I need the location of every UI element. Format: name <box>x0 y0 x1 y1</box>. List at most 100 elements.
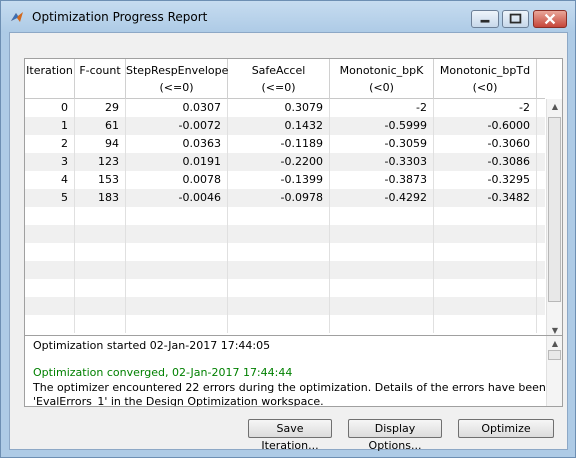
table-header: Iteration F-count StepRespEnvelope (<=0)… <box>25 59 545 99</box>
table-cell: -0.0046 <box>126 189 228 207</box>
table-cell <box>228 315 330 333</box>
table-cell <box>126 315 228 333</box>
table-cell <box>25 261 75 279</box>
column-label: StepRespEnvelope <box>126 64 229 77</box>
table-row[interactable]: 1 61 -0.0072 0.1432 -0.5999 -0.6000 <box>25 117 545 135</box>
table-cell: 0.3079 <box>228 99 330 117</box>
table-cell: 3 <box>25 153 75 171</box>
empty-table-row[interactable] <box>25 225 545 243</box>
column-label: Iteration <box>26 64 73 77</box>
log-panel[interactable]: Optimization started 02-Jan-2017 17:44:0… <box>24 335 563 407</box>
save-iteration-button[interactable]: Save Iteration... <box>248 419 332 452</box>
table-cell <box>330 297 434 315</box>
table-cell: 29 <box>75 99 126 117</box>
table-cell: -0.3059 <box>330 135 434 153</box>
table-cell: -2 <box>330 99 434 117</box>
table-cell <box>330 315 434 333</box>
table-row[interactable]: 3 123 0.0191 -0.2200 -0.3303 -0.3086 <box>25 153 545 171</box>
table-row[interactable]: 0 29 0.0307 0.3079 -2 -2 <box>25 99 545 117</box>
table-cell <box>75 243 126 261</box>
client-area: Iteration F-count StepRespEnvelope (<=0)… <box>9 32 568 452</box>
table-cell: 0.1432 <box>228 117 330 135</box>
log-line-started: Optimization started 02-Jan-2017 17:44:0… <box>33 339 271 352</box>
empty-table-row[interactable] <box>25 261 545 279</box>
table-cell <box>434 225 537 243</box>
table-cell: -0.3060 <box>434 135 537 153</box>
title-bar[interactable]: Optimization Progress Report <box>1 1 575 32</box>
table-cell <box>228 297 330 315</box>
log-line-workspace: 'EvalErrors_1' in the Design Optimizatio… <box>33 395 324 407</box>
scroll-thumb[interactable] <box>548 350 561 360</box>
table-cell: 183 <box>75 189 126 207</box>
table-cell <box>25 207 75 225</box>
maximize-button[interactable] <box>502 10 529 28</box>
display-options-button[interactable]: Display Options... <box>348 419 442 452</box>
table-cell <box>126 261 228 279</box>
iterations-table: Iteration F-count StepRespEnvelope (<=0)… <box>24 58 563 340</box>
column-header-monotonic-bptd[interactable]: Monotonic_bpTd (<0) <box>434 59 537 99</box>
window-title: Optimization Progress Report <box>32 10 208 24</box>
column-header-steprespenvelope[interactable]: StepRespEnvelope (<=0) <box>126 59 228 99</box>
log-line-converged: Optimization converged, 02-Jan-2017 17:4… <box>33 366 293 379</box>
table-cell <box>126 243 228 261</box>
empty-table-row[interactable] <box>25 315 545 333</box>
table-cell: -0.5999 <box>330 117 434 135</box>
log-vertical-scrollbar[interactable]: ▲ <box>546 336 562 406</box>
matlab-icon <box>11 12 23 22</box>
table-cell <box>330 261 434 279</box>
column-header-monotonic-bpk[interactable]: Monotonic_bpK (<0) <box>330 59 434 99</box>
table-cell <box>75 225 126 243</box>
table-cell <box>228 243 330 261</box>
log-line-errors: The optimizer encountered 22 errors duri… <box>33 381 563 394</box>
table-cell: -2 <box>434 99 537 117</box>
table-cell <box>330 243 434 261</box>
maximize-icon <box>509 13 522 24</box>
table-cell <box>25 243 75 261</box>
minimize-icon <box>480 19 490 23</box>
table-cell: 153 <box>75 171 126 189</box>
table-cell: 5 <box>25 189 75 207</box>
column-header-safeaccel[interactable]: SafeAccel (<=0) <box>228 59 330 99</box>
column-sublabel: (<=0) <box>261 81 296 94</box>
column-label: SafeAccel <box>251 64 306 77</box>
empty-table-row[interactable] <box>25 297 545 315</box>
table-row[interactable]: 5 183 -0.0046 -0.0978 -0.4292 -0.3482 <box>25 189 545 207</box>
optimize-button[interactable]: Optimize <box>458 419 554 438</box>
table-cell <box>228 279 330 297</box>
table-cell <box>126 225 228 243</box>
table-cell <box>126 297 228 315</box>
table-vertical-scrollbar[interactable]: ▲ ▼ <box>546 99 562 339</box>
table-cell <box>434 297 537 315</box>
table-cell: 61 <box>75 117 126 135</box>
scroll-thumb[interactable] <box>548 117 561 302</box>
table-cell <box>434 207 537 225</box>
table-cell <box>434 261 537 279</box>
column-header-iteration[interactable]: Iteration <box>25 59 75 99</box>
empty-table-row[interactable] <box>25 279 545 297</box>
scroll-up-icon[interactable]: ▲ <box>547 99 563 115</box>
empty-table-row[interactable] <box>25 243 545 261</box>
table-cell: 0 <box>25 99 75 117</box>
table-cell <box>434 315 537 333</box>
table-cell: -0.0072 <box>126 117 228 135</box>
table-cell: 2 <box>25 135 75 153</box>
column-header-fcount[interactable]: F-count <box>75 59 126 99</box>
table-cell: -0.3303 <box>330 153 434 171</box>
table-cell: -0.0978 <box>228 189 330 207</box>
close-icon <box>544 13 556 25</box>
table-cell: -0.3482 <box>434 189 537 207</box>
table-cell: 0.0191 <box>126 153 228 171</box>
table-row[interactable]: 4 153 0.0078 -0.1399 -0.3873 -0.3295 <box>25 171 545 189</box>
table-cell: -0.3873 <box>330 171 434 189</box>
column-label: F-count <box>79 64 121 77</box>
table-cell <box>330 225 434 243</box>
table-cell <box>434 279 537 297</box>
empty-table-row[interactable] <box>25 207 545 225</box>
close-button[interactable] <box>533 10 567 28</box>
table-cell <box>75 297 126 315</box>
table-cell <box>75 315 126 333</box>
minimize-button[interactable] <box>471 10 499 28</box>
column-label: Monotonic_bpK <box>339 64 424 77</box>
table-row[interactable]: 2 94 0.0363 -0.1189 -0.3059 -0.3060 <box>25 135 545 153</box>
table-cell <box>25 297 75 315</box>
